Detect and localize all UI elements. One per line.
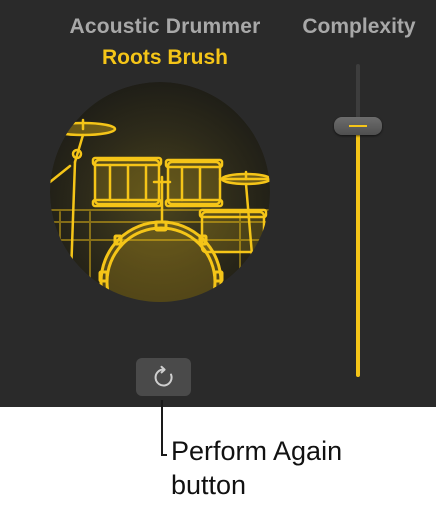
callout-leader-tick [161, 454, 167, 456]
drummer-panel: Acoustic Drummer Roots Brush Complexity [0, 0, 436, 407]
drummer-name: Acoustic Drummer [69, 15, 261, 38]
callout-leader-line [161, 400, 163, 455]
callout-label: Perform Again button [171, 434, 431, 502]
complexity-slider-fill [356, 129, 360, 377]
perform-again-button[interactable] [136, 358, 191, 396]
drummer-style-name[interactable]: Roots Brush [0, 46, 330, 70]
complexity-slider-thumb[interactable] [334, 117, 382, 135]
callout-label-line1: Perform Again [171, 436, 343, 466]
refresh-icon [154, 365, 173, 387]
callout-label-line2: button [171, 470, 247, 500]
drummer-editor-screenshot: Acoustic Drummer Roots Brush Complexity [0, 0, 436, 508]
complexity-label: Complexity [302, 15, 416, 38]
drum-kit-image[interactable] [50, 82, 270, 302]
slider-thumb-indicator [349, 125, 367, 127]
complexity-slider[interactable] [333, 64, 383, 380]
